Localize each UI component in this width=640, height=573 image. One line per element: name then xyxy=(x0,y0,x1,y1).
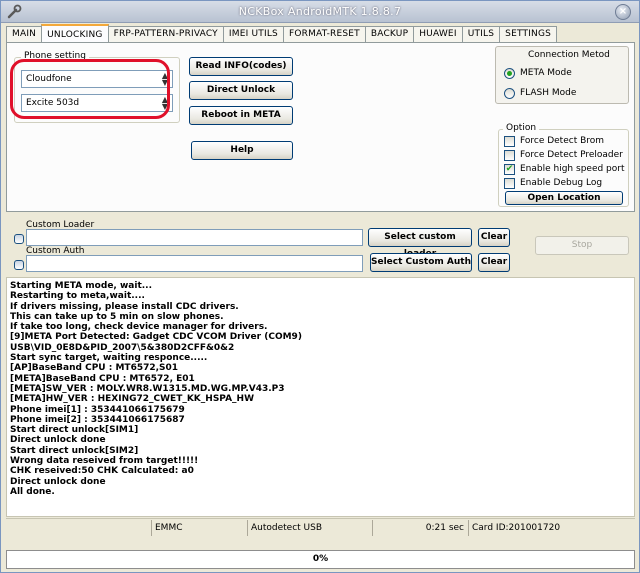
tab-strip: MAIN UNLOCKING FRP-PATTERN-PRIVACY IMEI … xyxy=(6,24,558,42)
force-detect-preloader-checkbox[interactable] xyxy=(504,150,515,161)
custom-files-area: Custom Loader Select custom loader Clear… xyxy=(6,214,635,276)
log-line: All done. xyxy=(10,486,55,497)
tab-huawei[interactable]: HUAWEI xyxy=(413,26,463,42)
window-title: NCKBox AndroidMTK 1.8.8.7 xyxy=(238,5,402,18)
custom-auth-checkbox[interactable] xyxy=(14,260,24,270)
close-button[interactable]: × xyxy=(615,4,631,20)
custom-loader-checkbox[interactable] xyxy=(14,234,24,244)
log-line: If take too long, check device manager f… xyxy=(10,322,268,333)
highlight-annotation xyxy=(10,59,170,119)
debug-log-checkbox[interactable] xyxy=(504,178,515,189)
reboot-meta-button[interactable]: Reboot in META xyxy=(189,106,293,125)
tab-main[interactable]: MAIN xyxy=(6,26,43,42)
force-detect-brom-label: Force Detect Brom xyxy=(520,136,605,146)
progress-label: 0% xyxy=(312,554,329,564)
stop-button[interactable]: Stop xyxy=(535,236,629,255)
log-line: Phone imei[1] : 353441066175679 xyxy=(10,404,185,415)
clear-loader-button[interactable]: Clear xyxy=(478,228,510,247)
title-bar[interactable]: NCKBox AndroidMTK 1.8.8.7 × xyxy=(1,1,639,23)
option-legend: Option xyxy=(503,123,540,133)
select-custom-loader-button[interactable]: Select custom loader xyxy=(368,228,472,259)
log-line: Starting META mode, wait... xyxy=(10,281,153,291)
custom-auth-path[interactable] xyxy=(26,255,363,272)
clear-auth-button[interactable]: Clear xyxy=(478,253,510,272)
log-line: [META]SW_VER : MOLY.WR8.W1315.MD.WG.MP.V… xyxy=(10,383,285,394)
app-window: NCKBox AndroidMTK 1.8.8.7 × MAIN UNLOCKI… xyxy=(0,0,640,573)
progress-bar: 0% xyxy=(6,550,635,569)
connection-method-legend: Connection Metod xyxy=(528,50,610,60)
option-group: Option Force Detect Brom Force Detect Pr… xyxy=(498,123,629,207)
status-storage: EMMC xyxy=(152,520,248,536)
log-line: Start direct unlock[SIM2] xyxy=(10,445,139,456)
meta-mode-radio[interactable] xyxy=(504,68,515,79)
tab-imei-utils[interactable]: IMEI UTILS xyxy=(222,26,284,42)
tab-settings[interactable]: SETTINGS xyxy=(499,26,558,42)
open-location-button[interactable]: Open Location xyxy=(505,191,623,205)
log-line: This can take up to 5 min on slow phones… xyxy=(10,311,224,322)
log-line: [META]HW_VER : HEXING72_CWET_KK_HSPA_HW xyxy=(10,394,254,405)
tab-utils[interactable]: UTILS xyxy=(461,26,501,42)
log-line: Direct unlock done xyxy=(10,435,106,446)
flash-mode-radio[interactable] xyxy=(504,88,515,99)
help-button[interactable]: Help xyxy=(191,141,293,160)
force-detect-preloader-label: Force Detect Preloader xyxy=(520,150,623,160)
log-line: Start direct unlock[SIM1] xyxy=(10,425,139,436)
log-line: Phone imei[2] : 353441066175687 xyxy=(10,414,185,425)
direct-unlock-button[interactable]: Direct Unlock xyxy=(189,81,293,100)
tab-frp-pattern-privacy[interactable]: FRP-PATTERN-PRIVACY xyxy=(107,26,224,42)
meta-mode-label: META Mode xyxy=(520,68,572,78)
log-line: Direct unlock done xyxy=(10,476,106,487)
log-line: CHK reseived:50 CHK Calculated: a0 xyxy=(10,466,194,477)
status-connection: Autodetect USB xyxy=(248,520,373,536)
connection-method-group: Connection Metod META Mode FLASH Mode xyxy=(495,46,629,104)
log-output[interactable]: Starting META mode, wait... Restarting t… xyxy=(6,277,635,517)
force-detect-brom-checkbox[interactable] xyxy=(504,136,515,147)
log-line: Start sync target, waiting responce..... xyxy=(10,353,208,364)
log-line: USB\VID_0E8D&PID_2007\5&380D2CFF&0&2 xyxy=(10,342,235,353)
log-line: If drivers missing, please install CDC d… xyxy=(10,301,239,312)
tab-backup[interactable]: BACKUP xyxy=(364,26,415,42)
debug-log-label: Enable Debug Log xyxy=(520,178,603,188)
log-line: [META]BaseBand CPU : MT6572, E01 xyxy=(10,373,195,384)
custom-loader-path[interactable] xyxy=(26,229,363,246)
status-card-id: Card ID:201001720 xyxy=(472,523,561,533)
high-speed-port-label: Enable high speed port xyxy=(520,164,625,174)
log-line: Restarting to meta,wait.... xyxy=(10,291,145,302)
log-line: [9]META Port Detected: Gadget CDC VCOM D… xyxy=(10,332,302,343)
tab-unlocking[interactable]: UNLOCKING xyxy=(41,24,109,42)
log-line: [AP]BaseBand CPU : MT6572,S01 xyxy=(10,363,179,374)
high-speed-port-checkbox[interactable]: ✔ xyxy=(504,164,515,175)
status-time: 0:21 sec xyxy=(373,520,469,536)
tab-format-reset[interactable]: FORMAT-RESET xyxy=(282,26,366,42)
status-bar: EMMC Autodetect USB 0:21 sec Card ID:201… xyxy=(6,518,635,536)
select-custom-auth-button[interactable]: Select Custom Auth xyxy=(370,253,472,272)
log-line: Wrong data reseived from target!!!!! xyxy=(10,456,199,467)
flash-mode-label: FLASH Mode xyxy=(520,88,577,98)
status-segment-blank xyxy=(6,520,152,536)
read-info-button[interactable]: Read INFO(codes) xyxy=(189,57,293,76)
